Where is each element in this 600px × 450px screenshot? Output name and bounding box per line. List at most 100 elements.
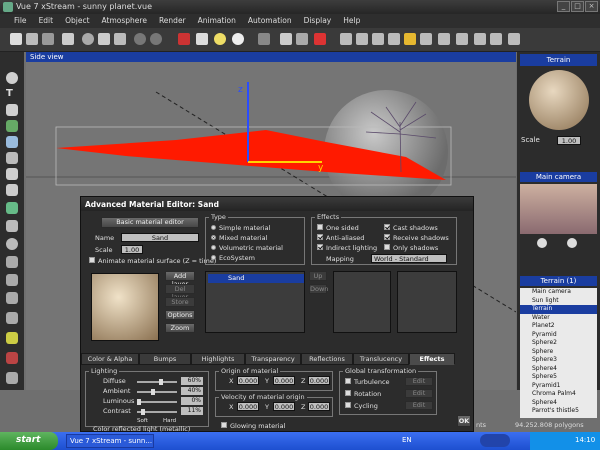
copy-icon[interactable] [98, 33, 110, 45]
ecosystem-tool-icon[interactable] [6, 202, 18, 214]
lighting-contrast-value[interactable]: 11% [181, 407, 203, 415]
zoom-icon[interactable] [490, 33, 502, 45]
hand-icon[interactable] [537, 238, 547, 248]
add-layer-button[interactable]: Add layer [165, 271, 195, 288]
lighting-contrast-slider[interactable] [137, 409, 177, 415]
del-layer-button[interactable]: Del layer [165, 284, 195, 301]
menu-automation[interactable]: Automation [248, 16, 292, 28]
sphere-tool-icon[interactable] [6, 72, 18, 84]
origin-x-field[interactable]: 0.000 [237, 376, 259, 385]
tree-item[interactable]: Sphere [520, 348, 597, 357]
tree-item[interactable]: Terrain [520, 305, 597, 314]
glowing-material-checkbox[interactable] [221, 422, 227, 428]
tree-item[interactable]: Sphere2 [520, 339, 597, 348]
tree-item[interactable]: Water [520, 314, 597, 323]
material-preview-sphere[interactable] [529, 70, 589, 130]
pyramid-tool-icon[interactable] [6, 274, 18, 286]
terrain-tool-icon[interactable] [6, 152, 18, 164]
view4-icon[interactable] [388, 33, 400, 45]
cycling-checkbox[interactable] [345, 402, 351, 408]
tree-item[interactable]: Pyramid1 [520, 382, 597, 391]
tab-effects[interactable]: Effects [409, 353, 455, 365]
undo-icon[interactable] [134, 33, 146, 45]
layer-list[interactable]: Sand [205, 271, 305, 333]
options-button[interactable]: Options [165, 310, 195, 320]
origin-z-field[interactable]: 0.000 [308, 376, 330, 385]
cube-icon[interactable] [258, 33, 270, 45]
menu-display[interactable]: Display [304, 16, 332, 28]
material-preview[interactable] [91, 273, 159, 341]
tab-translucency[interactable]: Translucency [353, 353, 409, 365]
only-shadows-checkbox[interactable] [384, 244, 390, 250]
water-tool-icon[interactable] [6, 136, 18, 148]
orbit-icon[interactable] [567, 238, 577, 248]
tab-highlights[interactable]: Highlights [191, 353, 245, 365]
camera-preview[interactable] [520, 184, 597, 234]
fit-icon[interactable] [508, 33, 520, 45]
open-file-icon[interactable] [26, 33, 38, 45]
grid-icon[interactable] [420, 33, 432, 45]
new-file-icon[interactable] [10, 33, 22, 45]
tab-color-alpha[interactable]: Color & Alpha [81, 353, 139, 365]
mapping-dropdown[interactable]: World - Standard [371, 254, 447, 263]
slider-knob[interactable] [140, 409, 145, 415]
layer-down-button[interactable]: Down [309, 284, 328, 294]
tree-item[interactable]: Sphere5 [520, 373, 597, 382]
sun-icon[interactable] [214, 33, 226, 45]
scale-field[interactable]: 1.00 [557, 136, 581, 145]
store-button[interactable]: Store [165, 297, 195, 307]
cylinder-tool-icon[interactable] [6, 104, 18, 116]
wireframe-icon[interactable] [456, 33, 468, 45]
tab-bumps[interactable]: Bumps [139, 353, 191, 365]
layer-item-sand[interactable]: Sand [208, 274, 304, 283]
cloud-tool-icon[interactable] [6, 184, 18, 196]
camera-icon[interactable] [438, 33, 450, 45]
view-icon[interactable] [340, 33, 352, 45]
text-tool-icon[interactable]: T [6, 88, 18, 100]
mixed-material-radio[interactable] [211, 235, 216, 240]
scale-icon[interactable] [314, 33, 326, 45]
layout-icon[interactable] [404, 33, 416, 45]
lighting-diffuse-slider[interactable] [137, 379, 177, 385]
menu-object[interactable]: Object [65, 16, 89, 28]
menu-file[interactable]: File [14, 16, 27, 28]
view3-icon[interactable] [372, 33, 384, 45]
lighting-diffuse-value[interactable]: 60% [181, 377, 203, 385]
simple-material-radio[interactable] [211, 225, 216, 230]
lighting-luminous-slider[interactable] [137, 399, 177, 405]
sun-tool-icon[interactable] [6, 332, 18, 344]
minimize-button[interactable]: _ [557, 1, 570, 12]
close-button[interactable]: × [585, 1, 598, 12]
velocity-y-field[interactable]: 0.000 [273, 402, 295, 411]
lighting-ambient-slider[interactable] [137, 389, 177, 395]
paste-icon[interactable] [114, 33, 126, 45]
anti-aliased-checkbox[interactable] [317, 234, 323, 240]
taskbar-task-vue[interactable]: Vue 7 xStream - sunn... [66, 434, 154, 448]
torus-tool-icon[interactable] [6, 238, 18, 250]
tab-reflections[interactable]: Reflections [301, 353, 353, 365]
language-indicator[interactable]: EN [402, 436, 412, 444]
cast-shadows-checkbox[interactable] [384, 224, 390, 230]
layer-up-button[interactable]: Up [309, 271, 327, 281]
misc-tool-icon[interactable] [6, 372, 18, 384]
slider-knob[interactable] [158, 379, 163, 385]
maximize-button[interactable]: □ [571, 1, 584, 12]
menu-animation[interactable]: Animation [198, 16, 236, 28]
indirect-lighting-checkbox[interactable] [317, 244, 323, 250]
redo-icon[interactable] [150, 33, 162, 45]
cone-tool-icon[interactable] [6, 256, 18, 268]
animate-surface-checkbox[interactable] [89, 257, 95, 263]
receive-shadows-checkbox[interactable] [384, 234, 390, 240]
tree-item[interactable]: Sphere4 [520, 365, 597, 374]
turbulence-checkbox[interactable] [345, 378, 351, 384]
move-icon[interactable] [280, 33, 292, 45]
menu-atmosphere[interactable]: Atmosphere [102, 16, 147, 28]
rotation-checkbox[interactable] [345, 390, 351, 396]
tree-item[interactable]: Sphere3 [520, 356, 597, 365]
render-icon[interactable] [62, 33, 74, 45]
preview-icon[interactable] [474, 33, 486, 45]
ecosystem-radio[interactable] [211, 255, 216, 260]
menu-help[interactable]: Help [343, 16, 360, 28]
media-controls[interactable] [480, 434, 510, 447]
rotation-edit-button[interactable]: Edit [405, 389, 433, 398]
